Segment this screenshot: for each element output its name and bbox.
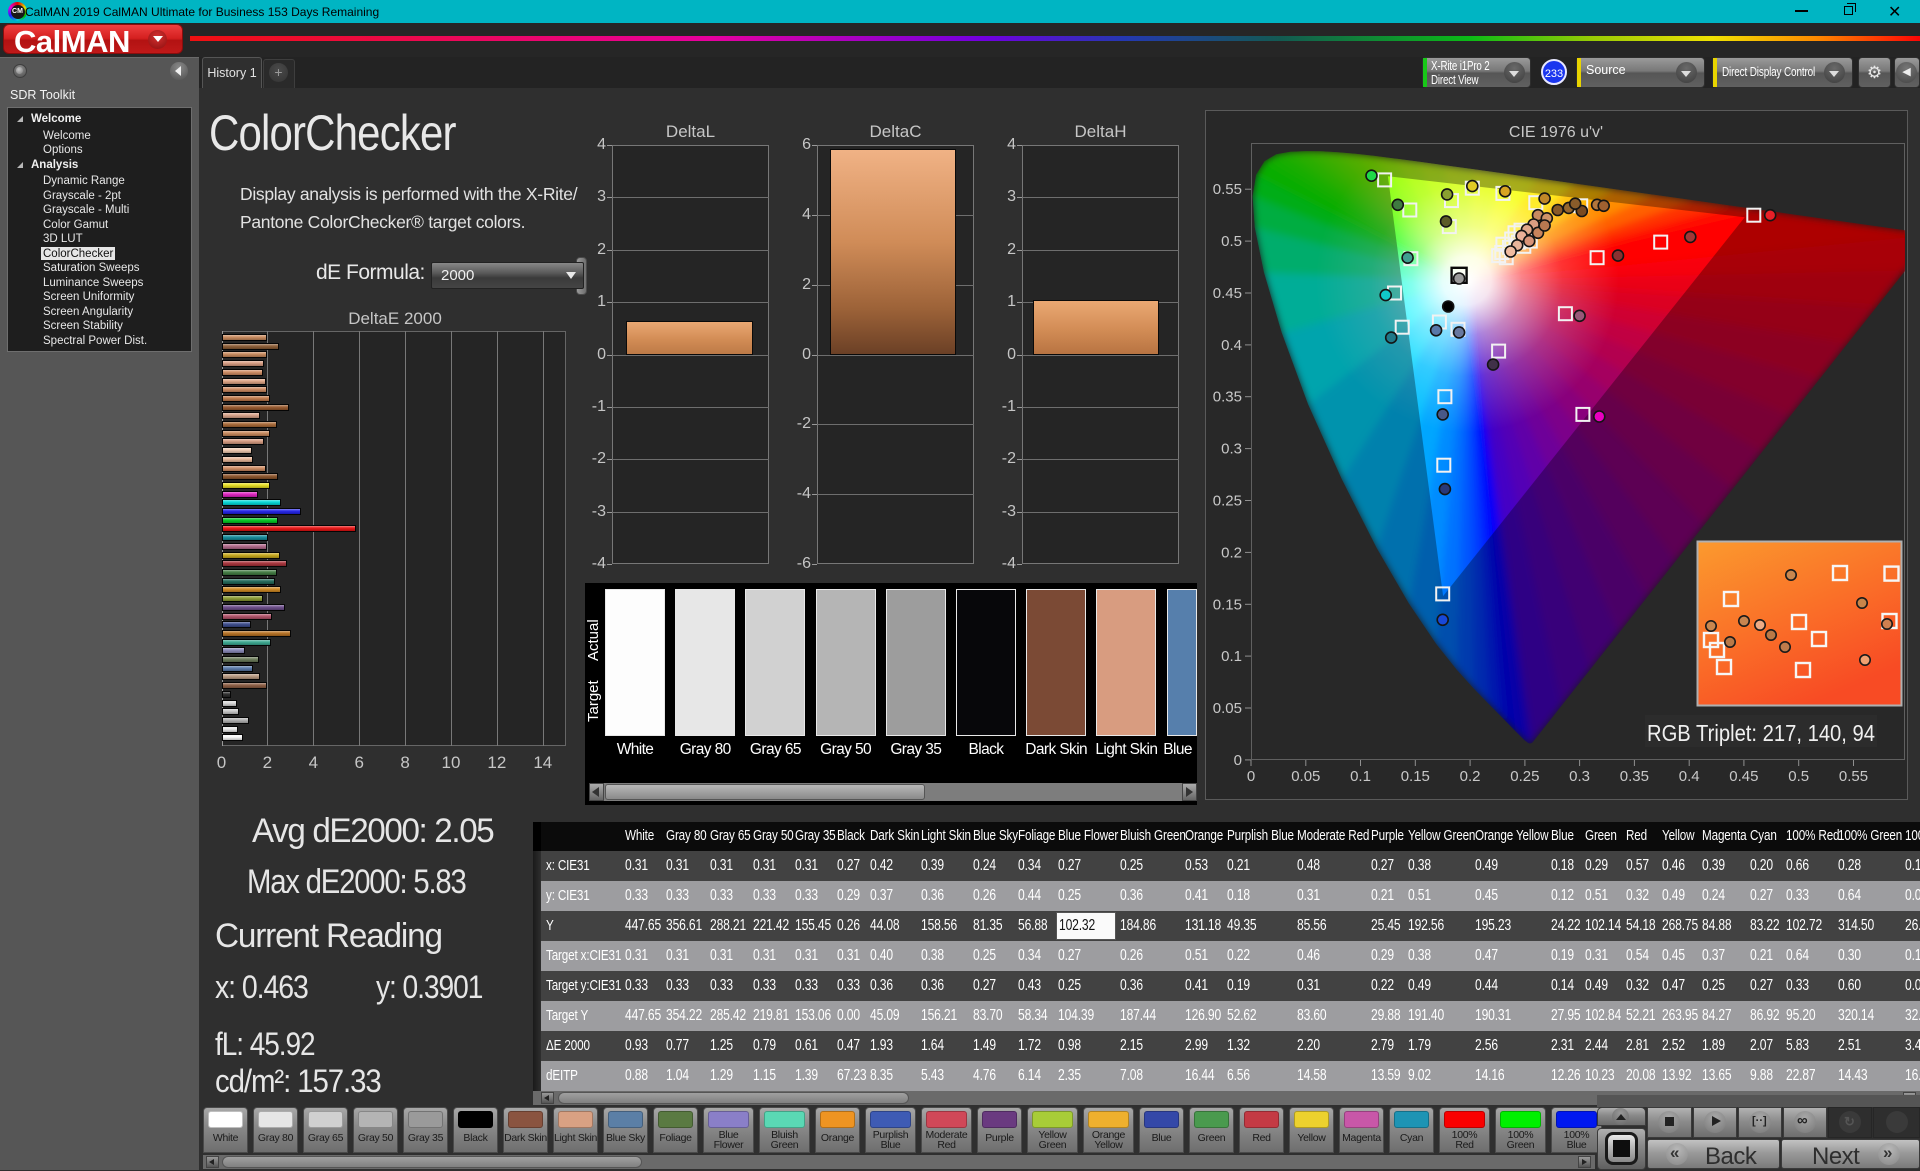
svg-text:0.1: 0.1 xyxy=(1221,648,1242,665)
svg-text:0.55: 0.55 xyxy=(1839,768,1868,785)
svg-text:0: 0 xyxy=(1247,768,1255,785)
svg-text:0.45: 0.45 xyxy=(1729,768,1758,785)
svg-text:0.3: 0.3 xyxy=(1221,441,1242,458)
svg-text:0.25: 0.25 xyxy=(1510,768,1539,785)
svg-text:RGB Triplet: 217, 140, 94: RGB Triplet: 217, 140, 94 xyxy=(1647,720,1875,746)
svg-text:0.5: 0.5 xyxy=(1788,768,1809,785)
svg-text:0.05: 0.05 xyxy=(1213,700,1242,717)
svg-text:0.35: 0.35 xyxy=(1620,768,1649,785)
svg-text:0: 0 xyxy=(1234,752,1242,769)
svg-text:0.15: 0.15 xyxy=(1213,596,1242,613)
svg-text:0.4: 0.4 xyxy=(1221,337,1242,354)
svg-text:0.35: 0.35 xyxy=(1213,389,1242,406)
svg-text:CIE 1976 u'v': CIE 1976 u'v' xyxy=(1509,124,1603,141)
svg-text:0.25: 0.25 xyxy=(1213,493,1242,510)
svg-text:0.2: 0.2 xyxy=(1221,544,1242,561)
svg-text:0.1: 0.1 xyxy=(1350,768,1371,785)
svg-text:0.45: 0.45 xyxy=(1213,285,1242,302)
svg-text:0.05: 0.05 xyxy=(1291,768,1320,785)
svg-text:0.55: 0.55 xyxy=(1213,181,1242,198)
svg-text:0.5: 0.5 xyxy=(1221,233,1242,250)
svg-text:0.15: 0.15 xyxy=(1401,768,1430,785)
svg-text:0.2: 0.2 xyxy=(1460,768,1481,785)
svg-text:0.4: 0.4 xyxy=(1679,768,1700,785)
svg-text:0.3: 0.3 xyxy=(1569,768,1590,785)
